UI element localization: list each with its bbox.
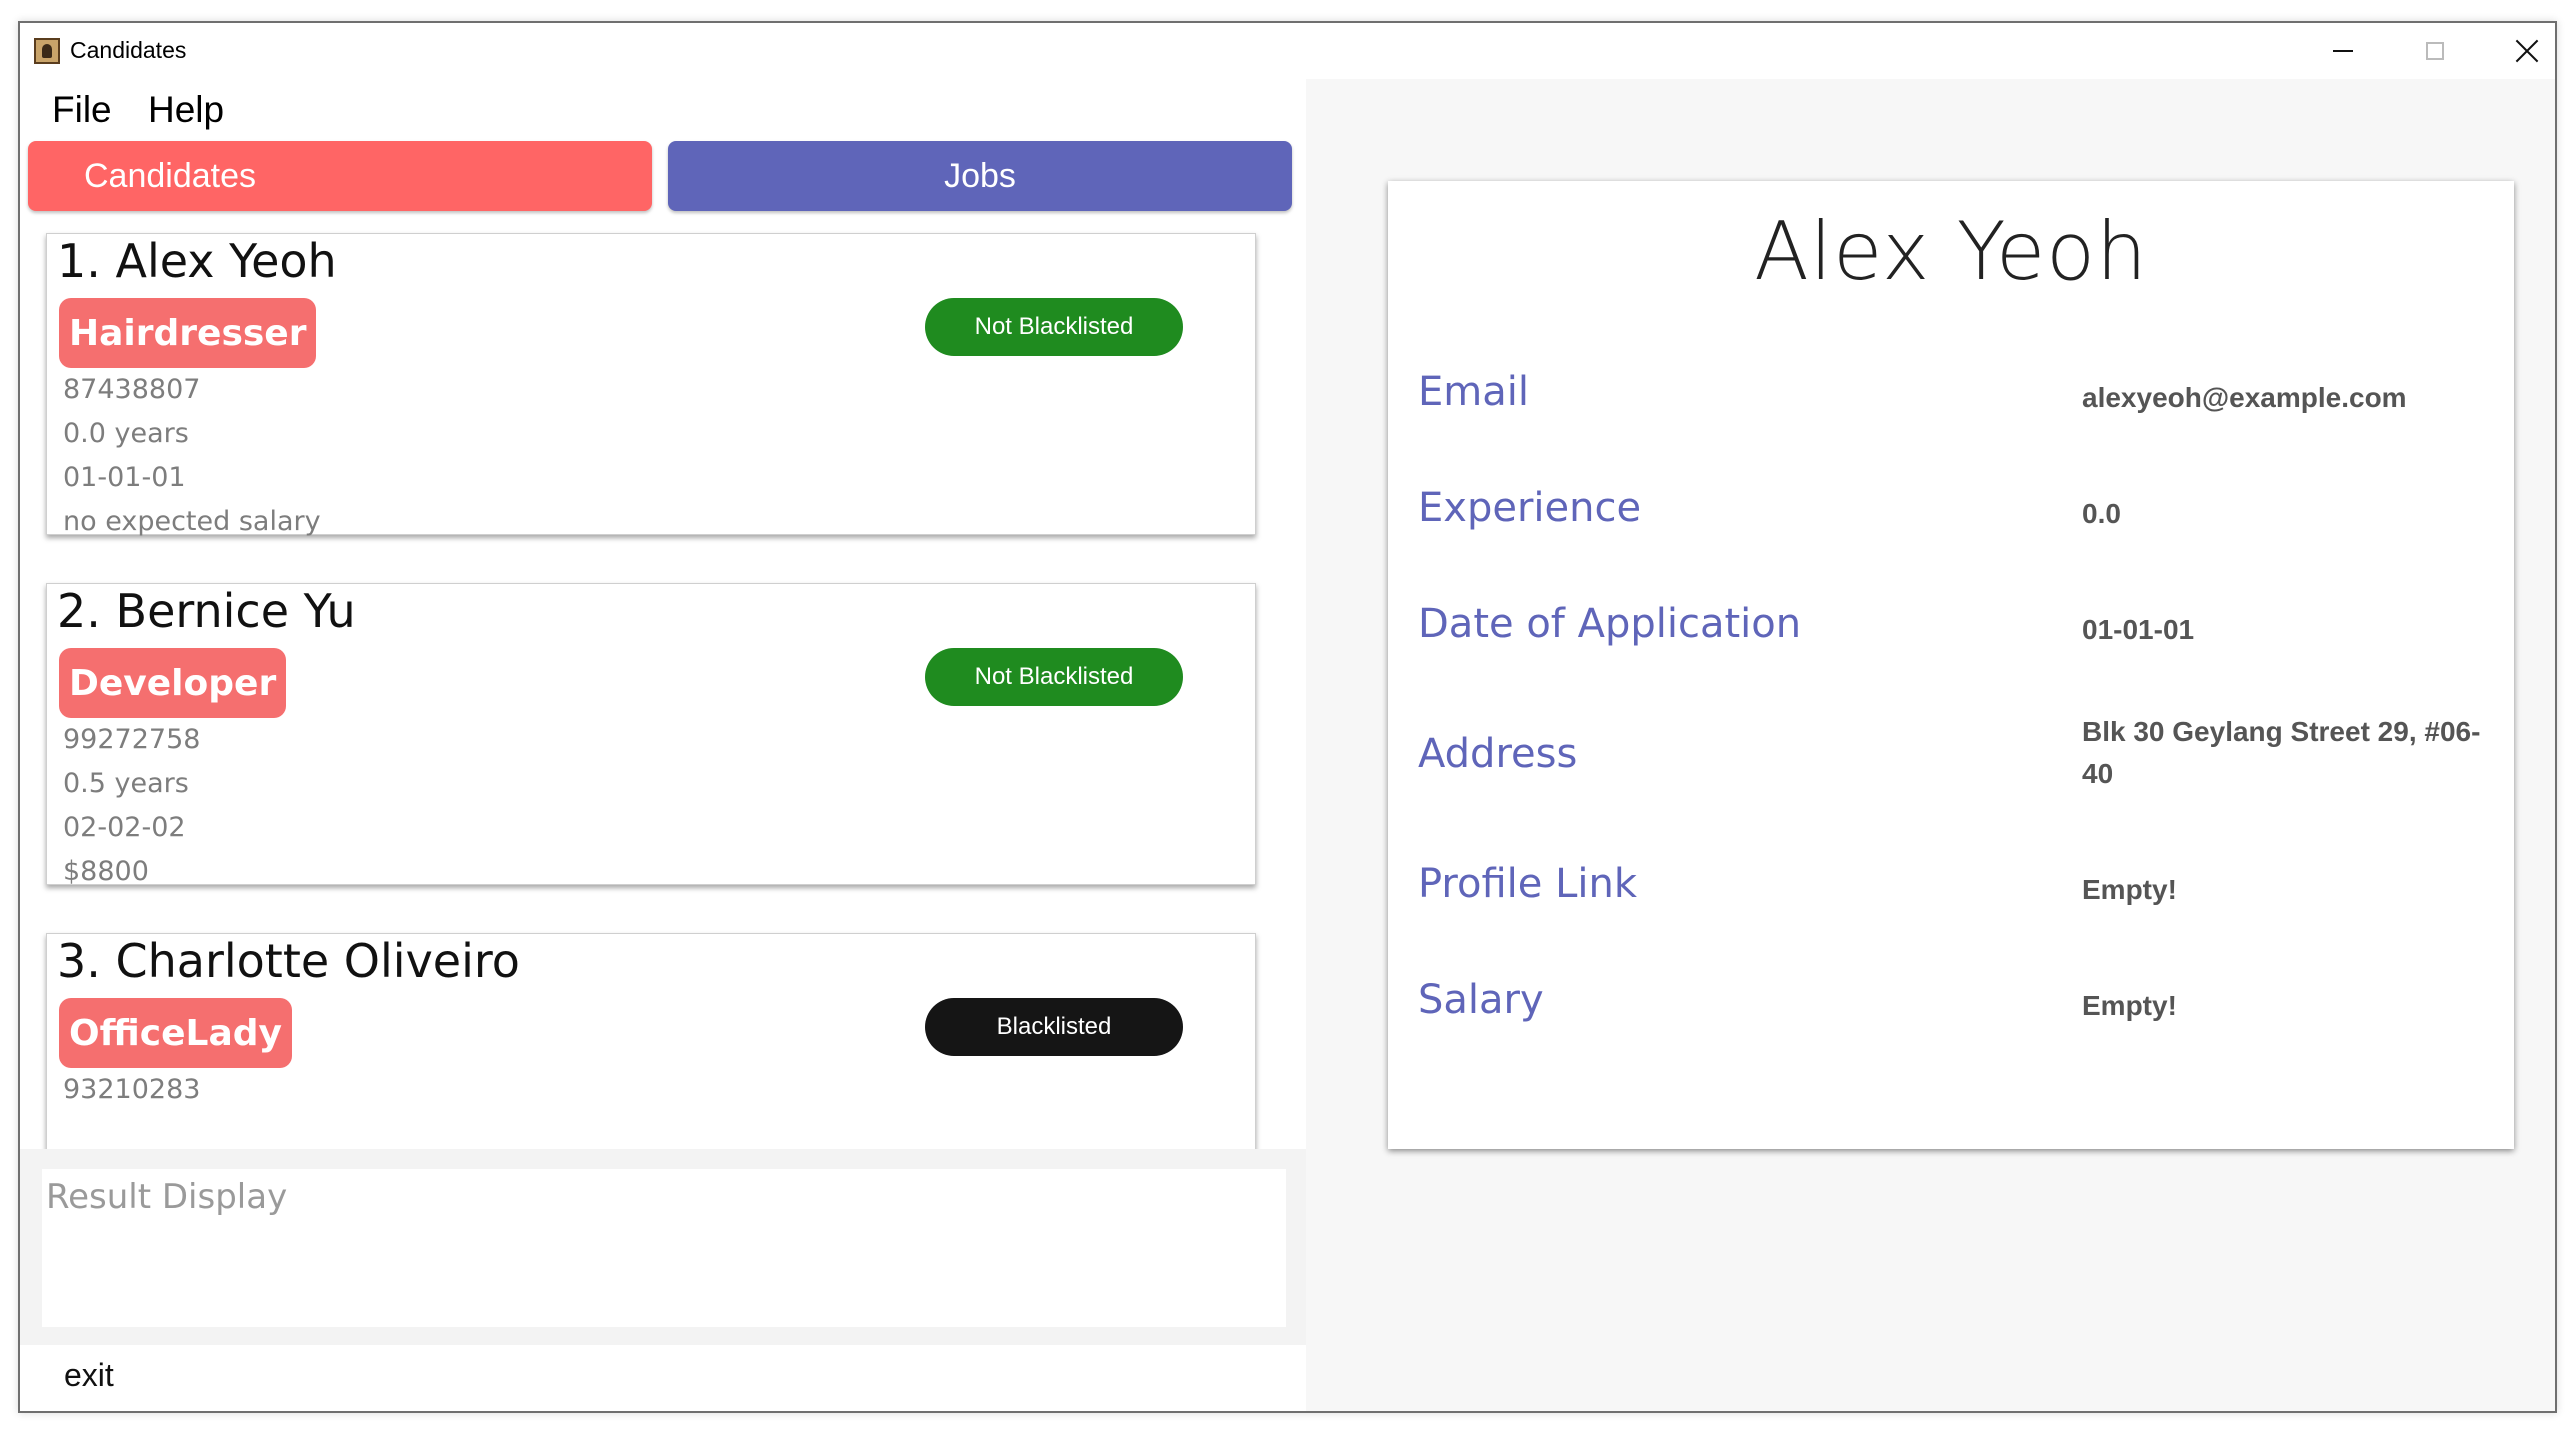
candidate-phone: 87438807 <box>63 374 201 405</box>
close-icon <box>2515 39 2539 63</box>
blacklist-status-badge: Not Blacklisted <box>925 648 1183 706</box>
detail-value: Blk 30 Geylang Street 29, #06-40 <box>2082 716 2481 789</box>
menu-file[interactable]: File <box>52 89 112 131</box>
window-title: Candidates <box>70 37 187 63</box>
candidate-name: 3. Charlotte Oliveiro <box>57 934 520 988</box>
role-badge: OfficeLady <box>59 998 292 1068</box>
maximize-icon <box>2426 42 2444 60</box>
role-badge: Developer <box>59 648 287 718</box>
detail-label: Date of Application <box>1418 601 1802 647</box>
minimize-icon <box>2333 50 2353 52</box>
result-display[interactable]: Result Display <box>42 1169 1286 1327</box>
detail-label: Address <box>1418 731 1578 777</box>
candidates-app-icon <box>34 38 60 64</box>
result-display-panel: Result Display <box>20 1149 1306 1345</box>
detail-value: Empty! <box>2082 990 2177 1021</box>
right-pane: Alex Yeoh Email alexyeoh@example.com Exp… <box>1306 79 2555 1411</box>
candidate-card[interactable]: 2. Bernice Yu Developer Not Blacklisted … <box>46 583 1256 887</box>
candidate-phone: 99272758 <box>63 724 201 755</box>
candidate-card[interactable]: 1. Alex Yeoh Hairdresser Not Blacklisted… <box>46 233 1256 537</box>
left-pane: File Help Candidates Jobs 1. Alex Yeoh H… <box>20 79 1306 1411</box>
title-bar[interactable]: Candidates <box>20 23 2555 79</box>
detail-label: Experience <box>1418 485 1642 531</box>
detail-value: Empty! <box>2082 874 2177 905</box>
tab-jobs[interactable]: Jobs <box>668 141 1292 211</box>
detail-value: alexyeoh@example.com <box>2082 382 2407 413</box>
candidate-date: 02-02-02 <box>63 812 186 843</box>
menu-help[interactable]: Help <box>148 89 224 131</box>
candidate-date: 01-01-01 <box>63 462 186 493</box>
detail-value: 0.0 <box>2082 498 2121 529</box>
menu-bar: File Help <box>20 79 1306 131</box>
candidate-name: 1. Alex Yeoh <box>57 234 337 288</box>
tab-candidates[interactable]: Candidates <box>28 141 652 211</box>
app-window: Candidates File Help Candidates Jobs 1. … <box>18 21 2557 1413</box>
candidate-card[interactable]: 3. Charlotte Oliveiro OfficeLady Blackli… <box>46 933 1256 1149</box>
blacklist-status-badge: Not Blacklisted <box>925 298 1183 356</box>
candidate-list[interactable]: 1. Alex Yeoh Hairdresser Not Blacklisted… <box>20 221 1306 1149</box>
detail-label: Salary <box>1418 977 1544 1023</box>
detail-label: Email <box>1418 369 1529 415</box>
close-button[interactable] <box>2481 23 2555 79</box>
candidate-experience: 0.5 years <box>63 768 189 799</box>
role-badge: Hairdresser <box>59 298 317 368</box>
blacklist-status-badge: Blacklisted <box>925 998 1183 1056</box>
candidate-salary: $8800 <box>63 856 149 887</box>
result-display-placeholder: Result Display <box>46 1177 288 1217</box>
candidate-salary: no expected salary <box>63 506 321 537</box>
detail-value: 01-01-01 <box>2082 614 2195 645</box>
maximize-button[interactable] <box>2389 23 2481 79</box>
candidate-experience: 0.0 years <box>63 418 189 449</box>
candidate-detail-card: Alex Yeoh Email alexyeoh@example.com Exp… <box>1388 181 2514 1149</box>
minimize-button[interactable] <box>2297 23 2389 79</box>
candidate-name: 2. Bernice Yu <box>57 584 356 638</box>
candidate-phone: 93210283 <box>63 1074 201 1105</box>
detail-label: Profile Link <box>1418 861 1638 907</box>
detail-candidate-name: Alex Yeoh <box>1754 205 2148 298</box>
command-input[interactable]: exit <box>64 1357 114 1394</box>
